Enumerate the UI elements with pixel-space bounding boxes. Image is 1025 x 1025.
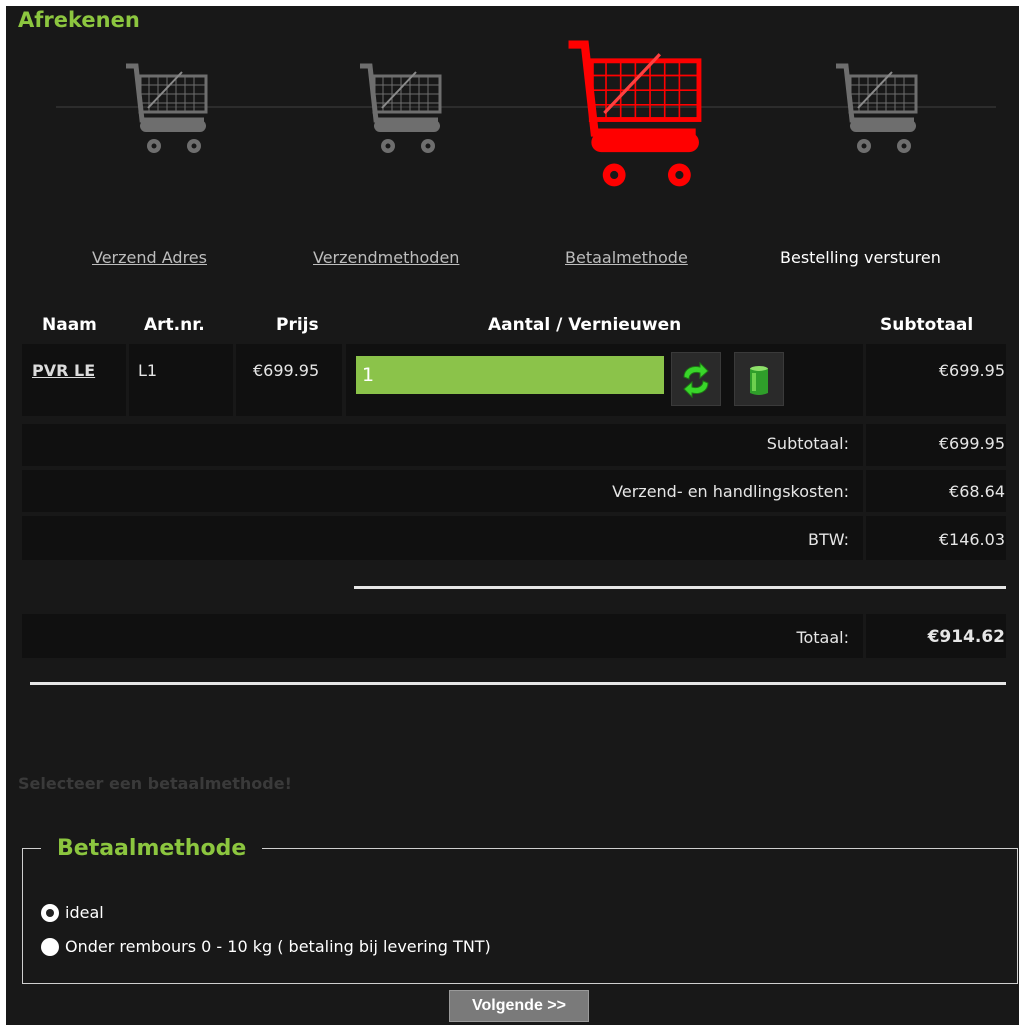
- step-2-cart-icon: [356, 62, 448, 154]
- delete-item-button[interactable]: [734, 352, 784, 406]
- product-subtotal: €699.95: [938, 361, 1005, 380]
- payment-warning: Selecteer een betaalmethode!: [18, 774, 292, 793]
- subtotal-label: Subtotaal:: [766, 434, 849, 453]
- product-price: €699.95: [253, 361, 320, 380]
- col-header-art: Art.nr.: [144, 315, 205, 335]
- step-link-betaalmethode[interactable]: Betaalmethode: [565, 248, 688, 267]
- cell-bg: [22, 344, 126, 416]
- refresh-icon: [683, 361, 709, 399]
- trash-can-icon: [750, 366, 768, 395]
- radio-rembours[interactable]: [41, 937, 59, 956]
- payment-option-label: Onder rembours 0 - 10 kg ( betaling bij …: [65, 937, 491, 956]
- payment-method-legend: Betaalmethode: [57, 836, 247, 861]
- step-1-cart-icon: [122, 62, 214, 154]
- payment-method-fieldset: Betaalmethode ideal Onder rembours 0 - 1…: [22, 836, 1018, 984]
- quantity-input[interactable]: [356, 356, 664, 394]
- col-header-price: Prijs: [276, 315, 319, 335]
- update-quantity-button[interactable]: [671, 352, 721, 406]
- col-header-subtotal: Subtotaal: [880, 315, 974, 335]
- payment-option-label: ideal: [65, 903, 104, 922]
- step-label-bestelling-versturen: Bestelling versturen: [780, 248, 941, 267]
- shipping-value: €68.64: [949, 482, 1005, 501]
- checkout-page: Afrekenen Verzend Adres Verzendmethoden …: [6, 6, 1019, 1025]
- step-link-verzendmethoden[interactable]: Verzendmethoden: [313, 248, 459, 267]
- product-art-nr: L1: [138, 361, 158, 380]
- next-button[interactable]: Volgende >>: [449, 990, 589, 1022]
- shipping-label: Verzend- en handlingskosten:: [612, 482, 849, 501]
- step-3-cart-icon-active: [562, 38, 712, 188]
- cell-bg: [22, 424, 863, 466]
- cell-bg: [22, 614, 863, 658]
- cell-bg: [129, 344, 233, 416]
- product-name-link[interactable]: PVR LE: [32, 361, 95, 380]
- cell-bg: [866, 344, 1006, 416]
- vat-label: BTW:: [807, 530, 849, 549]
- payment-option-rembours[interactable]: Onder rembours 0 - 10 kg ( betaling bij …: [41, 937, 491, 956]
- col-header-name: Naam: [42, 315, 97, 335]
- payment-option-ideal[interactable]: ideal: [41, 903, 104, 922]
- cell-bg: [22, 516, 863, 560]
- page-title: Afrekenen: [18, 8, 140, 32]
- vat-value: €146.03: [938, 530, 1005, 549]
- total-value: €914.62: [927, 627, 1005, 647]
- section-divider: [30, 682, 1006, 685]
- totals-divider: [354, 586, 1006, 589]
- radio-ideal[interactable]: [41, 903, 59, 922]
- step-link-verzend-adres[interactable]: Verzend Adres: [92, 248, 207, 267]
- cell-bg: [236, 344, 342, 416]
- step-4-cart-icon: [832, 62, 924, 154]
- total-label: Totaal:: [796, 628, 849, 647]
- col-header-qty: Aantal / Vernieuwen: [488, 315, 682, 335]
- subtotal-value: €699.95: [938, 434, 1005, 453]
